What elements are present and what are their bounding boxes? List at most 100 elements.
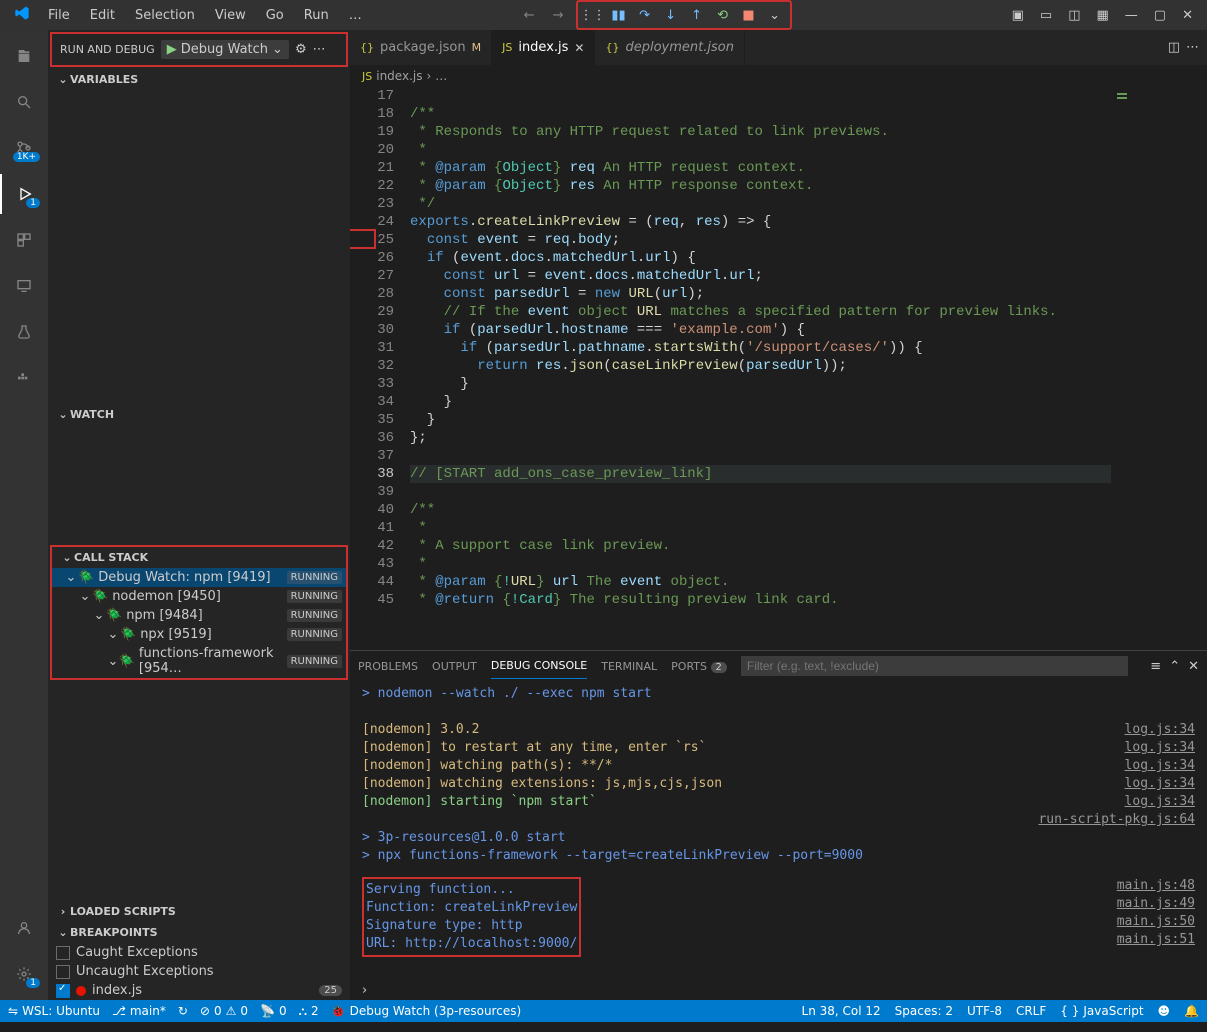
menu-view[interactable]: View <box>207 4 254 27</box>
problems-item[interactable]: ⊘ 0 ⚠ 0 <box>200 1004 248 1018</box>
gear-icon[interactable]: ⚙ <box>295 42 307 57</box>
panel-toggle-icon[interactable]: ▭ <box>1034 4 1058 27</box>
close-icon[interactable]: ✕ <box>574 41 584 55</box>
radio-item[interactable]: 📡 0 <box>260 1004 287 1018</box>
source-link[interactable]: log.js:34 <box>1125 793 1195 811</box>
restart-icon[interactable]: ⟲ <box>712 4 734 26</box>
explorer-icon[interactable] <box>0 36 48 76</box>
tab-package-json[interactable]: {}package.jsonM <box>350 30 492 65</box>
testing-icon[interactable] <box>0 312 48 352</box>
more-icon[interactable]: ⋯ <box>1186 40 1199 55</box>
tab-ports[interactable]: PORTS 2 <box>671 654 727 679</box>
source-link[interactable]: main.js:50 <box>1117 913 1195 931</box>
breakpoints-header[interactable]: ⌄BREAKPOINTS <box>48 922 350 943</box>
console-filter[interactable] <box>741 656 1128 676</box>
step-into-icon[interactable]: ↓ <box>660 4 682 26</box>
menu-selection[interactable]: Selection <box>127 4 203 27</box>
bp-uncaught[interactable]: Uncaught Exceptions <box>48 962 350 981</box>
split-editor-icon[interactable]: ◫ <box>1168 40 1180 55</box>
session-chevron-icon[interactable]: ⌄ <box>764 4 786 26</box>
window-minimize-icon[interactable]: — <box>1119 4 1144 27</box>
breadcrumb[interactable]: JS index.js › … <box>350 65 1207 87</box>
menu-go[interactable]: Go <box>258 4 292 27</box>
code-editor[interactable]: 1718192021222324252627282930313233343536… <box>350 87 1111 650</box>
source-link[interactable]: log.js:34 <box>1125 775 1195 793</box>
sidebar-toggle-icon[interactable]: ◫ <box>1062 4 1086 27</box>
debug-config-select[interactable]: ▶ Debug Watch ⌄ <box>161 40 289 59</box>
nav-back-icon[interactable]: ← <box>518 8 541 23</box>
docker-icon[interactable] <box>0 358 48 398</box>
search-icon[interactable] <box>0 82 48 122</box>
pause-icon[interactable]: ▮▮ <box>608 4 630 26</box>
tab-problems[interactable]: PROBLEMS <box>358 654 418 679</box>
spaces[interactable]: Spaces: 2 <box>895 1004 953 1018</box>
debug-session-item[interactable]: 🐞 Debug Watch (3p-resources) <box>331 1004 522 1018</box>
source-link[interactable]: main.js:49 <box>1117 895 1195 913</box>
source-link[interactable]: run-script-pkg.js:64 <box>1038 811 1195 829</box>
layout-icon[interactable]: ▣ <box>1006 4 1030 27</box>
branch-item[interactable]: ⎇main* <box>112 1004 166 1018</box>
start-debug-icon[interactable]: ▶ <box>167 42 177 57</box>
sync-item[interactable]: ↻ <box>178 1004 188 1018</box>
source-link[interactable]: main.js:48 <box>1117 877 1195 895</box>
source-link[interactable]: log.js:34 <box>1125 757 1195 775</box>
source-link[interactable]: log.js:34 <box>1125 739 1195 757</box>
encoding[interactable]: UTF-8 <box>967 1004 1002 1018</box>
ports-item[interactable]: ⛬ 2 <box>299 1004 319 1019</box>
customize-layout-icon[interactable]: ▦ <box>1091 4 1115 27</box>
tab-output[interactable]: OUTPUT <box>432 654 477 679</box>
collapse-icon[interactable]: ⌃ <box>1169 659 1180 674</box>
stop-icon[interactable]: ■ <box>738 4 760 26</box>
checkbox-icon[interactable] <box>56 984 70 998</box>
accounts-icon[interactable] <box>0 908 48 948</box>
filter-input[interactable] <box>741 656 1128 676</box>
cursor-pos[interactable]: Ln 38, Col 12 <box>802 1004 881 1018</box>
tab-index-js[interactable]: JSindex.js✕ <box>492 30 595 65</box>
variables-header[interactable]: ⌄VARIABLES <box>48 69 350 90</box>
menu-file[interactable]: File <box>40 4 78 27</box>
menu-edit[interactable]: Edit <box>82 4 123 27</box>
callstack-item[interactable]: ⌄🪲npx [9519]RUNNING <box>52 625 346 644</box>
lang-mode[interactable]: { } JavaScript <box>1060 1004 1143 1018</box>
step-over-icon[interactable]: ↷ <box>634 4 656 26</box>
gear-icon[interactable]: 1 <box>0 954 48 994</box>
tab-debug-console[interactable]: DEBUG CONSOLE <box>491 653 587 679</box>
checkbox-icon[interactable] <box>56 946 70 960</box>
console-prompt[interactable]: › <box>350 981 1207 1000</box>
callstack-item[interactable]: ⌄🪲functions-framework [954…RUNNING <box>52 644 346 678</box>
window-maximize-icon[interactable]: ▢ <box>1148 4 1172 27</box>
bp-caught[interactable]: Caught Exceptions <box>48 943 350 962</box>
feedback-icon[interactable]: ☻ <box>1158 1004 1171 1018</box>
extensions-icon[interactable] <box>0 220 48 260</box>
remote-explorer-icon[interactable] <box>0 266 48 306</box>
loaded-scripts-header[interactable]: ›LOADED SCRIPTS <box>48 901 350 922</box>
callstack-header[interactable]: ⌄CALL STACK <box>52 547 346 568</box>
tab-terminal[interactable]: TERMINAL <box>601 654 657 679</box>
bell-icon[interactable]: 🔔 <box>1184 1004 1199 1018</box>
filter-icon[interactable]: ≡ <box>1150 659 1161 674</box>
minimap[interactable] <box>1111 87 1207 650</box>
checkbox-icon[interactable] <box>56 965 70 979</box>
close-panel-icon[interactable]: ✕ <box>1188 659 1199 674</box>
callstack-item[interactable]: ⌄🪲npm [9484]RUNNING <box>52 606 346 625</box>
menu-run[interactable]: Run <box>296 4 337 27</box>
eol[interactable]: CRLF <box>1016 1004 1046 1018</box>
source-link[interactable]: main.js:51 <box>1117 931 1195 949</box>
step-out-icon[interactable]: ↑ <box>686 4 708 26</box>
menu-more[interactable]: … <box>341 4 370 27</box>
watch-header[interactable]: ⌄WATCH <box>48 404 350 425</box>
more-icon[interactable]: ⋯ <box>313 42 326 57</box>
source-link[interactable]: log.js:34 <box>1125 721 1195 739</box>
nav-fwd-icon[interactable]: → <box>547 8 570 23</box>
run-debug-icon[interactable]: 1 <box>0 174 48 214</box>
remote-item[interactable]: ⇋WSL: Ubuntu <box>8 1004 100 1018</box>
window-close-icon[interactable]: ✕ <box>1176 4 1199 27</box>
callstack-item[interactable]: ⌄🪲Debug Watch: npm [9419]RUNNING <box>52 568 346 587</box>
debug-console[interactable]: > nodemon --watch ./ --exec npm start [n… <box>350 681 1207 981</box>
scm-icon[interactable]: 1K+ <box>0 128 48 168</box>
callstack-item[interactable]: ⌄🪲nodemon [9450]RUNNING <box>52 587 346 606</box>
debug-badge: 1 <box>26 198 40 208</box>
tab-deployment-json[interactable]: {}deployment.json <box>595 30 744 65</box>
bp-index[interactable]: index.js25 <box>48 981 350 1000</box>
debug-drag-icon[interactable]: ⋮⋮ <box>582 4 604 26</box>
